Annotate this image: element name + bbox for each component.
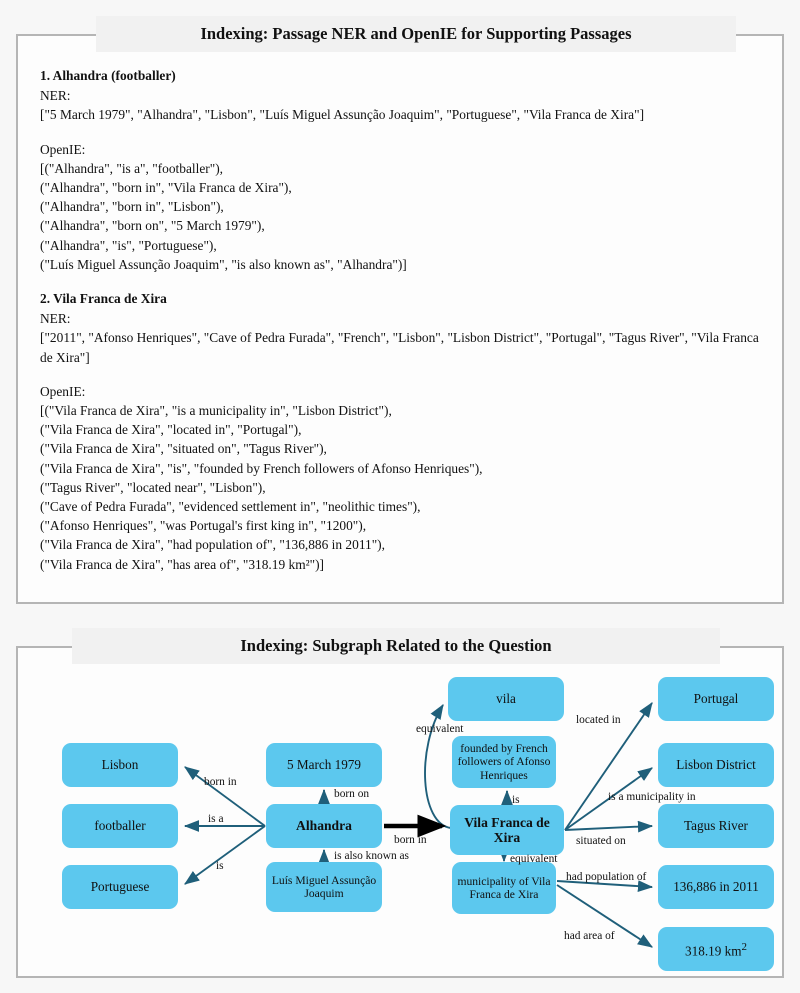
graph-node-population[interactable]: 136,886 in 2011: [658, 865, 774, 909]
subgraph-panel: Lisbon footballer Portuguese 5 March 1979 Al…: [16, 646, 784, 978]
openie-line: ("Alhandra", "born on", "5 March 1979"),: [40, 218, 265, 234]
edge-label-had-area-of: had area of: [564, 930, 615, 942]
edge-label-located-in: located in: [576, 714, 621, 726]
ner-openie-body: 1. Alhandra (footballer) NER: ["5 March …: [40, 66, 764, 574]
openie-line: ("Vila Franca de Xira", "had population …: [40, 537, 385, 553]
edge-label-born-in-lisbon: born in: [204, 776, 237, 788]
graph-node-lisbondistrict[interactable]: Lisbon District: [658, 743, 774, 787]
graph-node-label: footballer: [94, 818, 146, 834]
passage-2-openie-label: OpenIE:: [40, 383, 86, 399]
graph-node-label: Alhandra: [296, 818, 352, 834]
openie-line: ("Luís Miguel Assunção Joaquim", "is als…: [40, 256, 407, 272]
graph-node-label: 318.19 km2: [685, 940, 747, 958]
graph-node-vfx[interactable]: Vila Franca de Xira: [450, 805, 564, 855]
openie-line: [("Vila Franca de Xira", "is a municipal…: [40, 403, 392, 419]
graph-node-founded[interactable]: founded by French followers of Afonso He…: [452, 736, 556, 788]
graph-node-label: founded by French followers of Afonso He…: [457, 741, 551, 782]
edge-label-situated-on: situated on: [576, 835, 626, 847]
openie-line: ("Cave of Pedra Furada", "evidenced sett…: [40, 499, 421, 515]
openie-line: ("Vila Franca de Xira", "is", "founded b…: [40, 460, 483, 476]
graph-node-label: Tagus River: [684, 818, 748, 834]
graph-node-vila[interactable]: vila: [448, 677, 564, 721]
subgraph-panel-title: Indexing: Subgraph Related to the Questi…: [72, 628, 720, 664]
passage-1-heading: 1. Alhandra (footballer): [40, 68, 176, 83]
graph-node-area[interactable]: 318.19 km2: [658, 927, 774, 971]
graph-node-label: 136,886 in 2011: [673, 879, 759, 895]
edge-label-equivalent-muni: equivalent: [510, 853, 558, 865]
graph-node-label: Lisbon District: [676, 757, 756, 773]
edge-label-is-also-known-as: is also known as: [334, 850, 409, 862]
ner-openie-panel: 1. Alhandra (footballer) NER: ["5 March …: [16, 34, 784, 604]
edge-label-is: is: [216, 860, 224, 872]
graph-node-label: 5 March 1979: [287, 757, 361, 773]
passage-2-ner-label: NER:: [40, 311, 71, 327]
graph-node-label: Luís Miguel Assunção Joaquim: [271, 873, 377, 900]
edge-label-is-founded: is: [512, 794, 520, 806]
graph-node-portugal[interactable]: Portugal: [658, 677, 774, 721]
graph-node-alhandra[interactable]: Alhandra: [266, 804, 382, 848]
passage-2-ner-text: ["2011", "Afonso Henriques", "Cave of Pe…: [40, 330, 759, 365]
graph-node-municipality[interactable]: municipality of Vila Franca de Xira: [452, 862, 556, 914]
openie-line: ("Afonso Henriques", "was Portugal's fir…: [40, 518, 367, 534]
openie-line: ("Alhandra", "born in", "Vila Franca de …: [40, 180, 292, 196]
graph-node-luis[interactable]: Luís Miguel Assunção Joaquim: [266, 862, 382, 912]
graph-node-label: Portuguese: [90, 879, 150, 895]
passage-1-ner-label: NER:: [40, 88, 71, 104]
passage-1-ner-text: ["5 March 1979", "Alhandra", "Lisbon", "…: [40, 107, 645, 123]
graph-node-tagus[interactable]: Tagus River: [658, 804, 774, 848]
graph-node-lisbon[interactable]: Lisbon: [62, 743, 178, 787]
openie-line: ("Vila Franca de Xira", "has area of", "…: [40, 556, 325, 572]
graph-node-label: vila: [496, 691, 516, 707]
subgraph-canvas: Lisbon footballer Portuguese 5 March 1979 Al…: [18, 648, 782, 976]
ner-openie-panel-title: Indexing: Passage NER and OpenIE for Sup…: [96, 16, 736, 52]
openie-line: ("Vila Franca de Xira", "situated on", "…: [40, 441, 327, 457]
edge-label-equivalent-vila: equivalent: [416, 723, 464, 735]
graph-node-label: municipality of Vila Franca de Xira: [457, 874, 551, 901]
graph-node-label: Vila Franca de Xira: [464, 814, 550, 846]
openie-line: [("Alhandra", "is a", "footballer"),: [40, 160, 224, 176]
openie-line: ("Tagus River", "located near", "Lisbon"…: [40, 479, 266, 495]
edge-label-born-in-vfx: born in: [394, 834, 427, 846]
edge-label-had-population-of: had population of: [566, 871, 647, 883]
graph-node-date[interactable]: 5 March 1979: [266, 743, 382, 787]
graph-node-footballer[interactable]: footballer: [62, 804, 178, 848]
graph-node-label: Portugal: [693, 691, 739, 707]
graph-node-portuguese[interactable]: Portuguese: [62, 865, 178, 909]
page-root: 1. Alhandra (footballer) NER: ["5 March …: [0, 0, 800, 993]
edge-label-is-a: is a: [208, 813, 224, 825]
passage-1-openie-label: OpenIE:: [40, 141, 86, 157]
passage-2-heading: 2. Vila Franca de Xira: [40, 291, 167, 307]
edge-label-born-on: born on: [334, 788, 370, 800]
edge-label-is-a-municipality-in: is a municipality in: [608, 791, 696, 803]
openie-line: ("Alhandra", "born in", "Lisbon"),: [40, 199, 224, 215]
openie-line: ("Alhandra", "is", "Portuguese"),: [40, 237, 217, 253]
openie-line: ("Vila Franca de Xira", "located in", "P…: [40, 422, 302, 438]
graph-node-label: Lisbon: [101, 757, 139, 773]
